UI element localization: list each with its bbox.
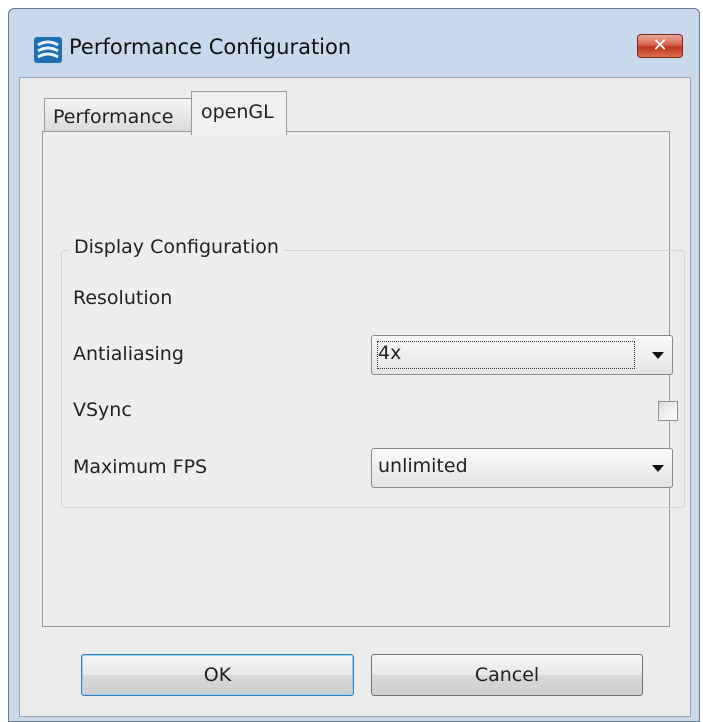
chevron-down-icon: [652, 352, 664, 359]
resolution-label: Resolution: [73, 287, 173, 309]
ok-button[interactable]: OK: [81, 654, 354, 696]
chevron-down-icon: [652, 465, 664, 472]
max-fps-label: Maximum FPS: [73, 456, 208, 478]
group-title: Display Configuration: [70, 236, 283, 258]
antialiasing-value: 4x: [378, 342, 402, 364]
close-button[interactable]: ✕: [637, 34, 683, 58]
display-configuration-group: Display Configuration Resolution Antiali…: [61, 236, 685, 508]
title-bar[interactable]: Performance Configuration ✕: [9, 9, 699, 77]
focus-ring: [377, 341, 635, 369]
tab-opengl[interactable]: openGL: [191, 91, 287, 135]
dialog-client-area: Performance openGL Display Configuration…: [19, 77, 691, 717]
cancel-button-label: Cancel: [474, 664, 540, 686]
window-title: Performance Configuration: [69, 35, 352, 59]
tab-opengl-label: openGL: [201, 101, 274, 123]
tab-panel-opengl: Display Configuration Resolution Antiali…: [42, 131, 685, 627]
close-icon: ✕: [652, 35, 668, 56]
antialiasing-select[interactable]: 4x: [371, 335, 673, 375]
vsync-label: VSync: [73, 399, 132, 421]
max-fps-value: unlimited: [378, 455, 468, 477]
antialiasing-label: Antialiasing: [73, 343, 184, 365]
tab-performance-label: Performance: [53, 106, 174, 128]
dialog-window: Performance Configuration ✕ Performance …: [8, 8, 700, 722]
vsync-checkbox[interactable]: [658, 401, 678, 421]
tab-performance[interactable]: Performance: [44, 98, 192, 132]
max-fps-select[interactable]: unlimited: [371, 448, 673, 488]
app-icon: [34, 37, 62, 63]
ok-button-label: OK: [203, 664, 232, 686]
cancel-button[interactable]: Cancel: [371, 654, 643, 696]
